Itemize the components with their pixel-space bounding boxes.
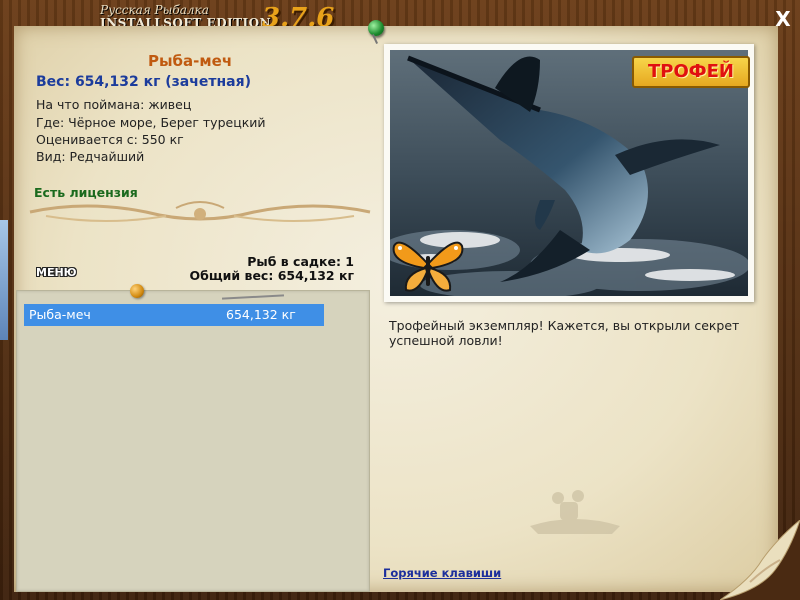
trophy-badge: ТРОФЕЙ (632, 56, 750, 88)
list-item-name: Рыба-меч (29, 307, 91, 322)
background-window-edge (0, 220, 8, 340)
green-pin-icon (368, 20, 384, 36)
keepnet-list-item[interactable]: Рыба-меч 654,132 кг (24, 304, 324, 326)
keepnet-total-weight: Общий вес: 654,132 кг (189, 268, 355, 283)
hotkeys-link[interactable]: Горячие клавиши (383, 566, 501, 580)
list-item-weight: 654,132 кг (226, 307, 296, 322)
fish-kind: Вид: Редчайший (36, 149, 145, 164)
ornament-divider (29, 201, 371, 222)
keepnet-count: Рыб в садке: 1 (247, 254, 354, 269)
fish-name: Рыба-меч (148, 52, 233, 70)
orange-pin-icon (130, 284, 144, 298)
menu-button[interactable]: МЕНЮ (36, 266, 77, 279)
fish-weight: Вес: 654,132 кг (зачетная) (36, 74, 251, 90)
app-title-sub: Русская Рыбалка (100, 3, 209, 17)
trophy-description: Трофейный экземпляр! Кажется, вы открыли… (389, 318, 740, 348)
butterfly-icon (392, 241, 464, 292)
fish-location: Где: Чёрное море, Берег турецкий (36, 115, 266, 130)
page-curl (720, 520, 800, 600)
fish-value: Оценивается с: 550 кг (36, 132, 184, 147)
keepnet-list (16, 290, 370, 592)
fish-bait: На что поймана: живец (36, 97, 192, 112)
fisherman-silhouette-icon (530, 490, 620, 534)
